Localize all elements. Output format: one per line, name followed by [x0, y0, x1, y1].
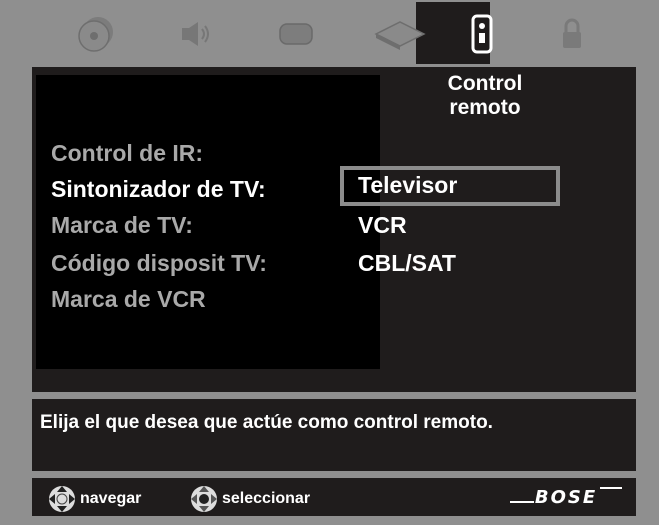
menu-item-vcr-brand[interactable]: Marca de VCR [51, 286, 206, 313]
disc-icon[interactable] [76, 14, 116, 54]
speaker-icon[interactable] [176, 14, 216, 54]
help-text: Elija el que desea que actúe como contro… [40, 412, 493, 433]
svg-text:BOSE: BOSE [535, 487, 597, 508]
navigate-label: navegar [80, 490, 142, 507]
navigate-hint: navegar [44, 484, 141, 514]
page-title: Control remoto [447, 72, 523, 119]
dpad-navigate-icon [49, 486, 75, 512]
menu-item-tv-device-code[interactable]: Código disposit TV: [51, 250, 267, 277]
option-televisor[interactable]: Televisor [358, 172, 457, 199]
dpad-select-icon [191, 486, 217, 512]
select-hint: seleccionar [186, 484, 310, 514]
bose-logo: BOSE [508, 482, 624, 510]
display-icon[interactable] [276, 14, 316, 54]
remote-icon[interactable] [462, 14, 502, 54]
menu-item-ir-control[interactable]: Control de IR: [51, 140, 203, 167]
menu-item-tv-tuner[interactable]: Sintonizador de TV: [51, 176, 266, 203]
option-cbl-sat[interactable]: CBL/SAT [358, 250, 456, 277]
lock-icon[interactable] [552, 14, 592, 54]
device-icon[interactable] [372, 14, 428, 54]
select-label: seleccionar [222, 490, 311, 507]
menu-item-tv-brand[interactable]: Marca de TV: [51, 212, 193, 239]
help-bar [32, 399, 636, 471]
option-vcr[interactable]: VCR [358, 212, 407, 239]
